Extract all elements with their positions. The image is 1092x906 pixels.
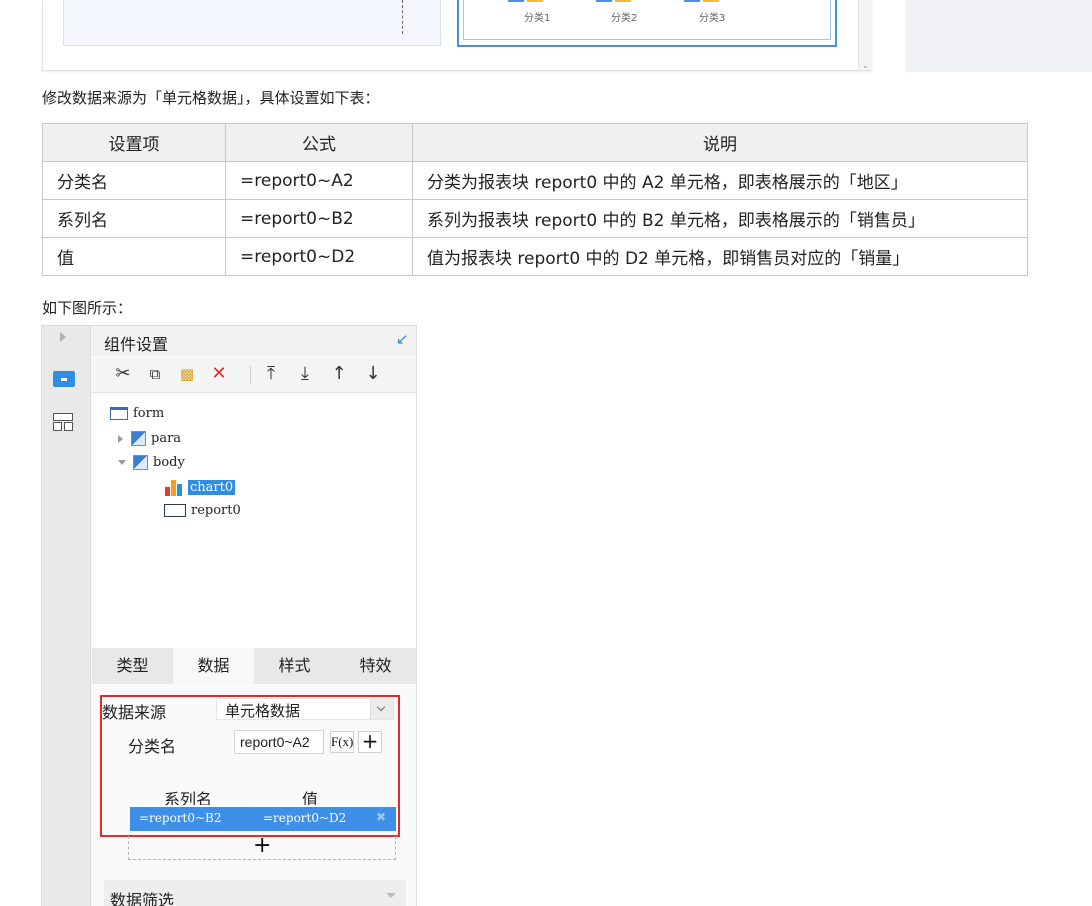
tree-node-label: form (133, 406, 165, 421)
designer-screenshot: 组件设置 ↙ ✂ ⧉ ▩ ✕ ⤒ ⤓ ↑ ↓ form para body ch… (42, 326, 416, 906)
table-cell: 分类名 (42, 161, 226, 200)
tree-node-label: chart0 (188, 479, 236, 495)
collapse-arrow-icon[interactable] (60, 332, 66, 342)
add-icon[interactable]: + (253, 833, 271, 858)
component-panel-icon[interactable] (53, 371, 75, 387)
add-icon[interactable]: + (358, 731, 382, 753)
caption-paragraph: 如下图所示： (42, 299, 133, 317)
paste-icon[interactable]: ▩ (176, 362, 198, 386)
designer-side-strip (42, 326, 91, 906)
report-block-preview (63, 0, 441, 46)
chevron-down-icon[interactable] (370, 699, 393, 719)
move-down-icon[interactable]: ↓ (362, 362, 384, 386)
formula-button[interactable]: F(x) (330, 731, 354, 753)
table-cell: =report0~D2 (225, 237, 413, 276)
panel-title: 组件设置 (104, 335, 169, 354)
component-settings-panel: 组件设置 ↙ ✂ ⧉ ▩ ✕ ⤒ ⤓ ↑ ↓ form para body ch… (92, 326, 416, 906)
form-icon (110, 407, 128, 420)
data-source-value: 单元格数据 (225, 702, 301, 720)
chart-bar (684, 0, 700, 2)
cut-icon[interactable]: ✂ (112, 362, 134, 386)
series-formula-row[interactable]: =report0~B2 =report0~D2 ✖ (130, 807, 396, 831)
chart-inner-frame: 分类1 分类2 分类3 (463, 0, 831, 40)
data-source-label: 数据来源 (102, 703, 167, 722)
table-header-cell: 说明 (412, 123, 1028, 162)
report-block-icon (164, 504, 186, 517)
data-source-select[interactable]: 单元格数据 (216, 698, 394, 720)
layout-icon[interactable] (53, 413, 73, 431)
tab-type[interactable]: 类型 (92, 648, 173, 684)
table-cell: 系列为报表块 report0 中的 B2 单元格，即表格展示的「销售员」 (412, 199, 1028, 238)
expand-arrow-icon[interactable] (118, 434, 123, 443)
preview-side-area (905, 0, 1092, 72)
category-name-label: 分类名 (128, 737, 177, 756)
settings-table: 设置项 公式 说明 分类名 =report0~A2 分类为报表块 report0… (42, 123, 1028, 276)
chart-bar (596, 0, 612, 2)
category-label: 分类3 (699, 13, 726, 24)
table-row: 分类名 =report0~A2 分类为报表块 report0 中的 A2 单元格… (42, 161, 1028, 200)
tree-node-report0[interactable]: report0 (164, 501, 241, 521)
preview-canvas: 分类1 分类2 分类3 ⌄ (42, 0, 872, 71)
move-top-icon[interactable]: ⤒ (260, 362, 282, 386)
tree-node-label: body (153, 455, 185, 470)
add-series-area[interactable]: + (128, 833, 396, 860)
panel-header: 组件设置 ↙ (92, 326, 416, 356)
block-icon (133, 455, 148, 470)
intro-paragraph: 修改数据来源为「单元格数据」，具体设置如下表： (42, 89, 380, 107)
series-formula[interactable]: =report0~B2 (139, 811, 222, 825)
table-cell: 分类为报表块 report0 中的 A2 单元格，即表格展示的「地区」 (412, 161, 1028, 200)
chevron-down-icon[interactable] (386, 893, 396, 898)
table-cell: =report0~B2 (225, 199, 413, 238)
dashed-guide (402, 0, 403, 34)
chart-bar (527, 0, 543, 2)
table-row: 系列名 =report0~B2 系列为报表块 report0 中的 B2 单元格… (42, 199, 1028, 238)
copy-icon[interactable]: ⧉ (144, 362, 166, 386)
chart-block-preview: 分类1 分类2 分类3 (457, 0, 837, 47)
table-row: 值 =report0~D2 值为报表块 report0 中的 D2 单元格，即销… (42, 237, 1028, 276)
tab-style[interactable]: 样式 (254, 648, 335, 684)
close-icon[interactable]: ✖ (376, 810, 386, 824)
chevron-down-icon: ⌄ (862, 61, 869, 70)
chart-bar (615, 0, 631, 2)
tab-effects[interactable]: 特效 (335, 648, 416, 684)
tab-data[interactable]: 数据 (173, 648, 254, 684)
tree-node-body[interactable]: body (118, 453, 185, 473)
tree-node-para[interactable]: para (118, 429, 181, 449)
component-tree: form para body chart0 report0 (92, 396, 416, 648)
table-cell: 系列名 (42, 199, 226, 238)
chart-bar (703, 0, 719, 2)
data-tab-content: 数据来源 单元格数据 分类名 report0~A2 F(x) + 系列名 值 =… (92, 684, 416, 906)
block-icon (131, 431, 146, 446)
table-header-cell: 设置项 (42, 123, 226, 162)
data-filter-section[interactable]: 数据筛选 (104, 880, 406, 906)
chart-bar (508, 0, 524, 2)
table-header-cell: 公式 (225, 123, 413, 162)
tree-node-label: para (151, 431, 182, 446)
toolbar-divider (250, 366, 251, 384)
category-formula-input[interactable]: report0~A2 (234, 730, 324, 754)
delete-icon[interactable]: ✕ (208, 362, 230, 386)
tree-node-chart0[interactable]: chart0 (164, 477, 236, 497)
value-formula[interactable]: =report0~D2 (263, 811, 346, 825)
collapse-arrow-icon[interactable] (118, 460, 126, 465)
table-cell: 值 (42, 237, 226, 276)
preview-scrollbar[interactable]: ⌄ (858, 0, 872, 70)
table-cell: 值为报表块 report0 中的 D2 单元格，即销售员对应的「销量」 (412, 237, 1028, 276)
tree-toolbar: ✂ ⧉ ▩ ✕ ⤒ ⤓ ↑ ↓ (92, 358, 416, 393)
move-up-icon[interactable]: ↑ (328, 362, 350, 386)
data-filter-label: 数据筛选 (110, 891, 175, 906)
move-bottom-icon[interactable]: ⤓ (294, 362, 316, 386)
tree-node-form[interactable]: form (110, 404, 164, 424)
category-label: 分类1 (524, 13, 551, 24)
table-header-row: 设置项 公式 说明 (42, 123, 1028, 162)
chart-icon (164, 477, 186, 497)
table-cell: =report0~A2 (225, 161, 413, 200)
category-label: 分类2 (611, 13, 638, 24)
tree-node-label: report0 (191, 503, 241, 518)
preview-screenshot: 分类1 分类2 分类3 ⌄ (42, 0, 1092, 72)
expand-icon[interactable]: ↙ (396, 332, 410, 347)
settings-tabs: 类型 数据 样式 特效 (92, 648, 416, 684)
